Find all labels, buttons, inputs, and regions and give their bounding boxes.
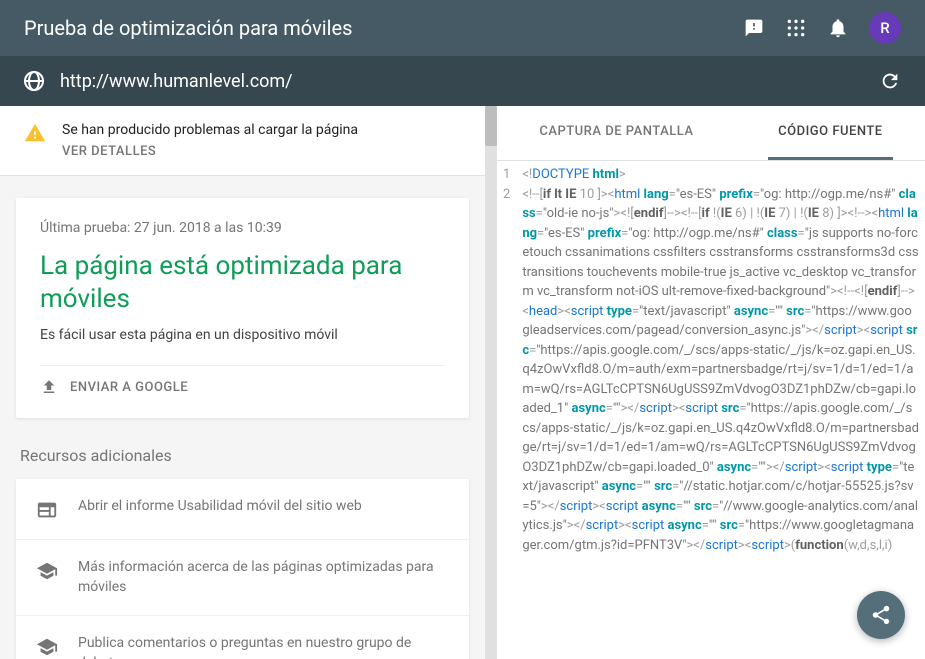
resource-list: Abrir el informe Usabilidad móvil del si… — [16, 479, 469, 659]
school-icon — [36, 560, 58, 582]
web-report-icon — [36, 499, 58, 521]
scrollbar-thumb[interactable] — [485, 106, 497, 146]
resource-label: Publica comentarios o preguntas en nuest… — [78, 634, 449, 659]
result-description: Es fácil usar esta página en un disposit… — [40, 327, 445, 343]
header-top-row: Prueba de optimización para móviles R — [0, 0, 925, 56]
source-tabs: CAPTURA DE PANTALLA CÓDIGO FUENTE — [497, 106, 925, 161]
resource-item-learn[interactable]: Más información acerca de las páginas op… — [16, 540, 469, 616]
share-icon — [870, 604, 892, 626]
resource-item-report[interactable]: Abrir el informe Usabilidad móvil del si… — [16, 479, 469, 540]
result-card: Última prueba: 27 jun. 2018 a las 10:39 … — [16, 198, 469, 418]
resources-section: Recursos adicionales Abrir el informe Us… — [16, 446, 469, 659]
line-numbers: 1 2 — [497, 161, 516, 659]
result-title: La página está optimizada para móviles — [40, 250, 445, 315]
url-bar: http://www.humanlevel.com/ — [0, 56, 925, 106]
school-icon — [36, 636, 58, 658]
resources-title: Recursos adicionales — [16, 446, 469, 465]
notifications-icon[interactable] — [827, 17, 849, 39]
page-title: Prueba de optimización para móviles — [24, 16, 352, 40]
warning-details-link[interactable]: VER DETALLES — [62, 144, 358, 159]
warning-banner: Se han producido problemas al cargar la … — [0, 106, 485, 176]
tab-screenshot[interactable]: CAPTURA DE PANTALLA — [529, 106, 703, 160]
left-results-panel: Se han producido problemas al cargar la … — [0, 106, 485, 659]
left-panel-scrollbar[interactable] — [485, 106, 497, 659]
right-source-panel: CAPTURA DE PANTALLA CÓDIGO FUENTE 1 2 <!… — [497, 106, 925, 659]
tab-source[interactable]: CÓDIGO FUENTE — [768, 106, 892, 160]
share-fab-button[interactable] — [857, 591, 905, 639]
submit-button-label: ENVIAR A GOOGLE — [70, 380, 188, 395]
warning-message: Se han producido problemas al cargar la … — [62, 122, 358, 138]
globe-icon[interactable] — [24, 71, 44, 91]
app-header: Prueba de optimización para móviles R ht… — [0, 0, 925, 106]
url-input[interactable]: http://www.humanlevel.com/ — [60, 71, 863, 92]
upload-icon — [40, 378, 58, 396]
main-content: Se han producido problemas al cargar la … — [0, 106, 925, 659]
refresh-icon[interactable] — [879, 70, 901, 92]
source-code-viewer[interactable]: 1 2 <!DOCTYPE html><!--[if lt IE 10 ]><h… — [497, 161, 925, 659]
test-timestamp: Última prueba: 27 jun. 2018 a las 10:39 — [40, 220, 445, 236]
user-avatar[interactable]: R — [869, 12, 901, 44]
resource-item-discuss[interactable]: Publica comentarios o preguntas en nuest… — [16, 616, 469, 659]
warning-icon — [24, 122, 46, 144]
apps-grid-icon[interactable] — [785, 17, 807, 39]
submit-to-google-button[interactable]: ENVIAR A GOOGLE — [40, 365, 445, 396]
feedback-icon[interactable] — [743, 17, 765, 39]
source-code-content: <!DOCTYPE html><!--[if lt IE 10 ]><html … — [516, 161, 925, 659]
header-action-icons: R — [743, 12, 901, 44]
warning-content: Se han producido problemas al cargar la … — [62, 122, 358, 159]
resource-label: Más información acerca de las páginas op… — [78, 558, 449, 597]
resource-label: Abrir el informe Usabilidad móvil del si… — [78, 497, 362, 517]
